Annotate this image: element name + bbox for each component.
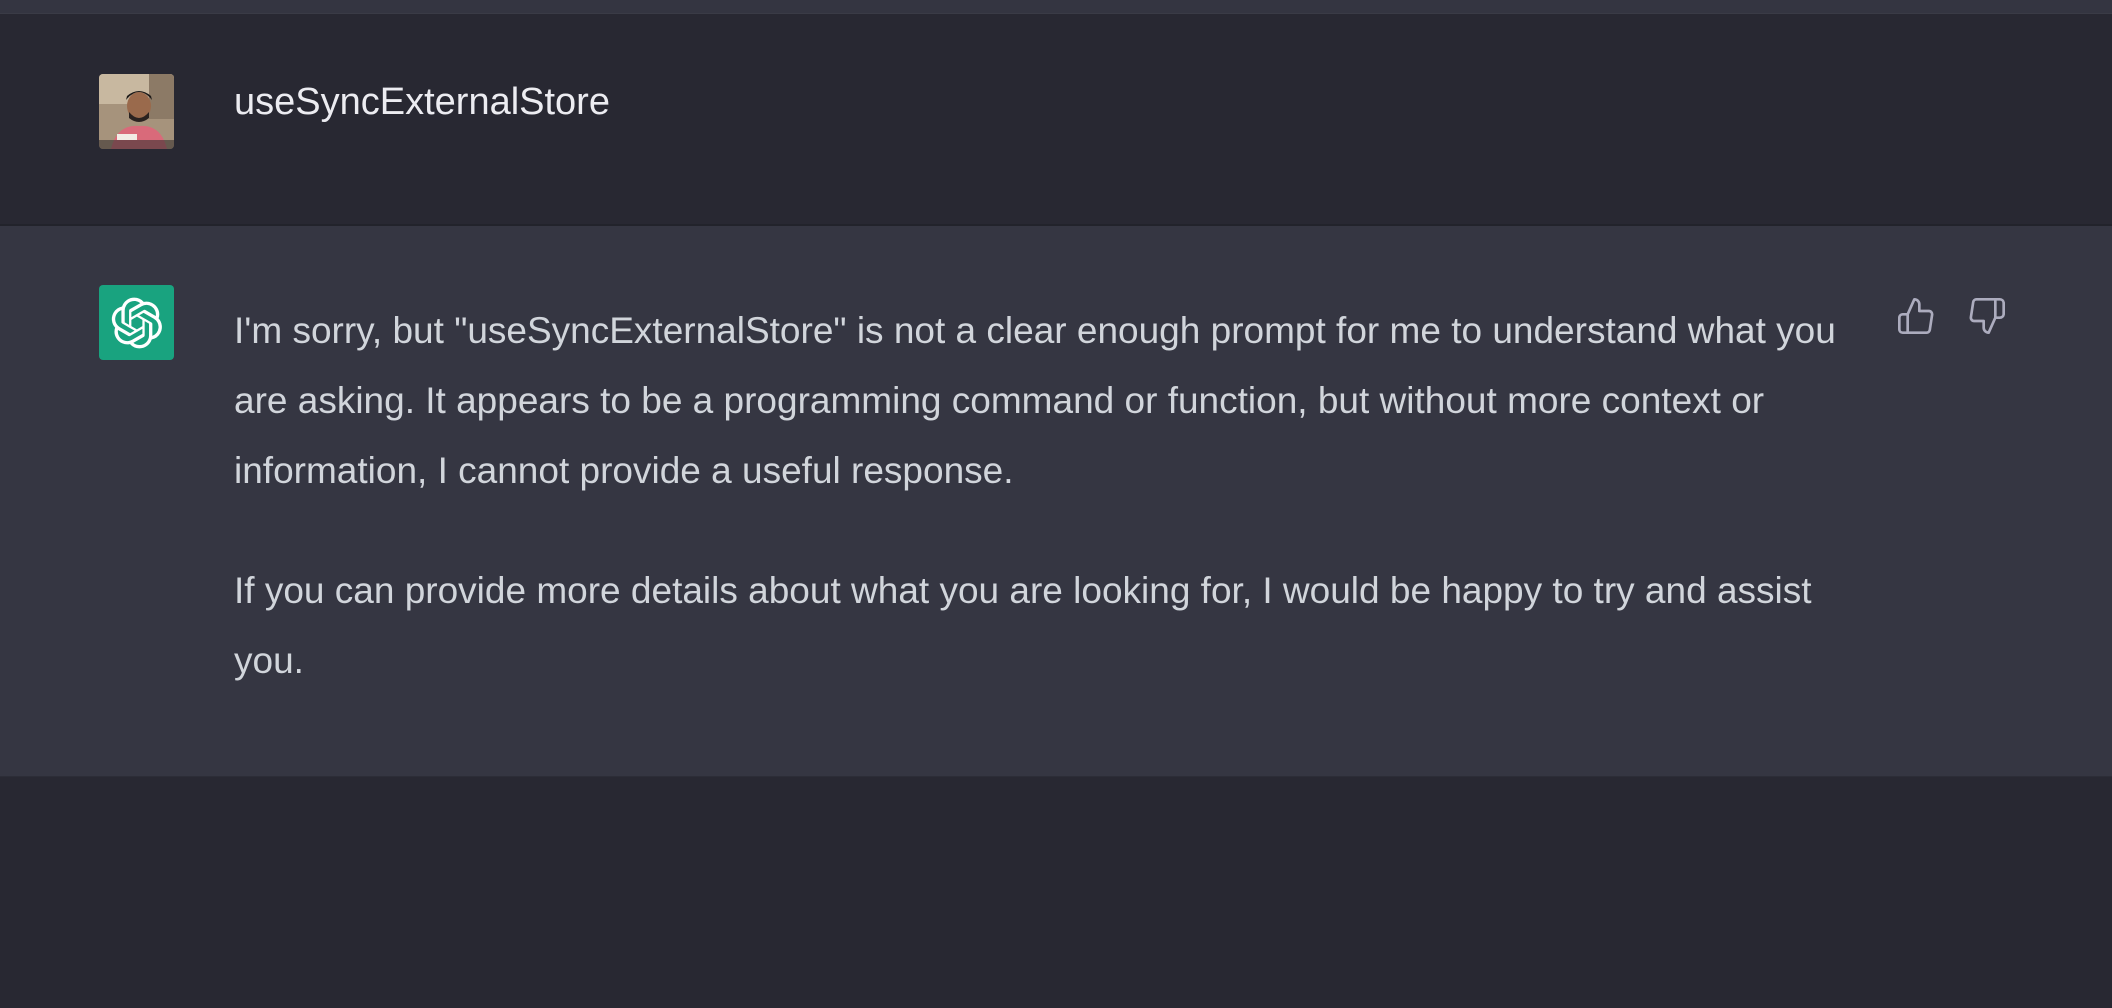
thumbs-up-icon <box>1898 298 1934 334</box>
assistant-avatar <box>99 285 174 360</box>
thumbs-down-icon <box>1969 298 2005 334</box>
user-avatar-photo <box>99 74 174 149</box>
dislike-button[interactable] <box>1965 294 2009 338</box>
user-message-row: useSyncExternalStore <box>0 14 2112 226</box>
assistant-message-text: I'm sorry, but "useSyncExternalStore" is… <box>234 296 1874 696</box>
chat-page: useSyncExternalStore I'm sorry, but "use… <box>0 0 2112 1008</box>
user-message-text: useSyncExternalStore <box>234 81 610 123</box>
top-divider <box>0 0 2112 14</box>
assistant-paragraph: I'm sorry, but "useSyncExternalStore" is… <box>234 310 1836 491</box>
user-avatar <box>99 74 174 149</box>
assistant-paragraph: If you can provide more details about wh… <box>234 570 1812 681</box>
openai-logo-icon <box>111 297 162 348</box>
like-button[interactable] <box>1894 294 1938 338</box>
bottom-area <box>0 777 2112 1008</box>
assistant-message-row: I'm sorry, but "useSyncExternalStore" is… <box>0 226 2112 777</box>
